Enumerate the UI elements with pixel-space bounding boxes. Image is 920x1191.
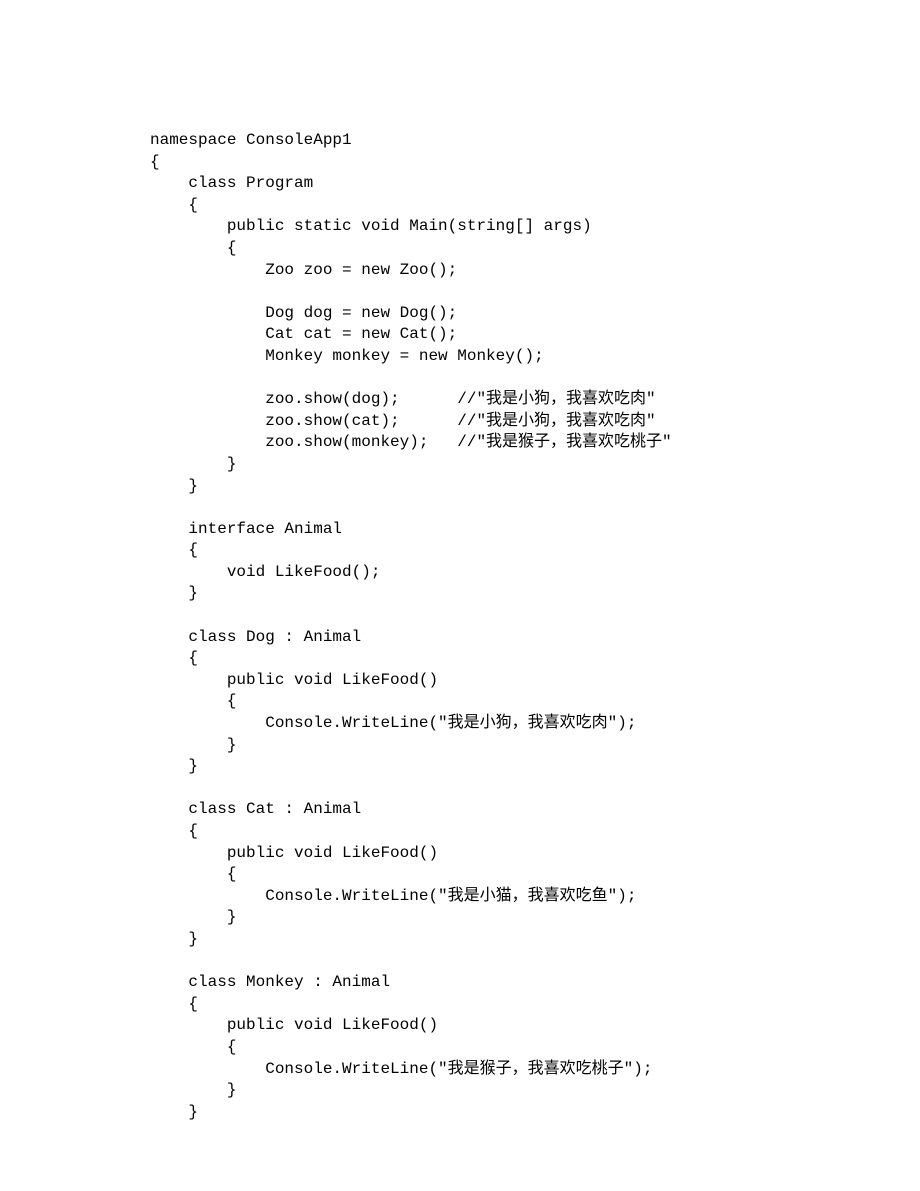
- code-block: namespace ConsoleApp1 { class Program { …: [150, 130, 920, 1123]
- code-page: namespace ConsoleApp1 { class Program { …: [0, 0, 920, 1191]
